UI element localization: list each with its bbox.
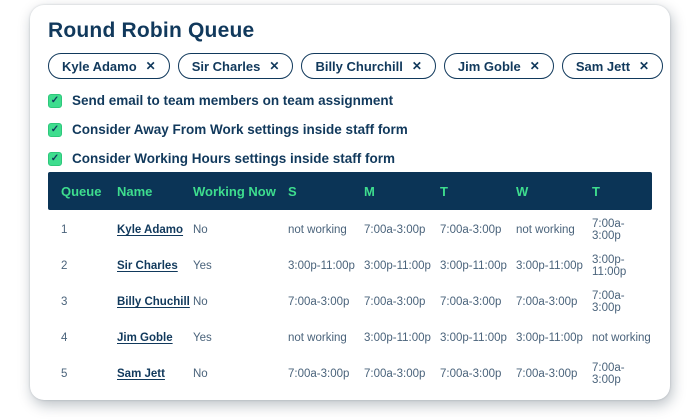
chip-close-icon[interactable]: ✕ bbox=[146, 60, 156, 72]
cell-day: 7:00a-3:00p bbox=[516, 296, 578, 308]
cell-day: not working bbox=[288, 332, 347, 344]
cell-day: not working bbox=[592, 332, 651, 344]
cell-name-link[interactable]: Kyle Adamo bbox=[117, 224, 193, 236]
cell-day: 7:00a-3:00p bbox=[592, 290, 625, 314]
chip-label: Kyle Adamo bbox=[62, 58, 137, 74]
chip-label: Sam Jett bbox=[575, 58, 631, 74]
checkbox-label: Consider Working Hours settings inside s… bbox=[72, 151, 396, 166]
checkbox-label: Consider Away From Work settings inside … bbox=[72, 122, 408, 137]
cell-queue: 4 bbox=[61, 332, 68, 344]
cell-day: 7:00a-3:00p bbox=[592, 362, 625, 386]
chip-close-icon[interactable]: ✕ bbox=[269, 60, 279, 72]
cell-day: 3:00p-11:00p bbox=[516, 332, 583, 344]
cell-working-now: Yes bbox=[193, 332, 212, 344]
check-icon: ✓ bbox=[50, 152, 60, 164]
cell-day: 3:00p-11:00p bbox=[440, 332, 507, 344]
cell-name-link[interactable]: Sir Charles bbox=[117, 260, 193, 272]
cell-day: 3:00p-11:00p bbox=[440, 260, 507, 272]
cell-day: 7:00a-3:00p bbox=[288, 368, 350, 380]
chip-label: Billy Churchill bbox=[315, 58, 403, 74]
checkbox-away-from-work[interactable]: ✓ bbox=[48, 122, 62, 137]
chip-label: Sir Charles bbox=[191, 58, 261, 74]
cell-day: 7:00a-3:00p bbox=[440, 368, 502, 380]
table-row: 2 Sir Charles Yes 3:00p-11:00p 3:00p-11:… bbox=[48, 248, 652, 284]
cell-day: 3:00p-11:00p bbox=[592, 254, 627, 278]
cell-day: not working bbox=[516, 224, 575, 236]
cell-working-now: No bbox=[193, 368, 208, 380]
cell-queue: 3 bbox=[61, 296, 68, 308]
column-header-queue: Queue bbox=[61, 183, 102, 199]
cell-working-now: No bbox=[193, 296, 208, 308]
column-header-mon: M bbox=[364, 183, 375, 199]
chip-label: Jim Goble bbox=[457, 58, 521, 74]
chip-close-icon[interactable]: ✕ bbox=[639, 60, 649, 72]
check-icon: ✓ bbox=[50, 94, 60, 106]
cell-day: 7:00a-3:00p bbox=[364, 368, 426, 380]
round-robin-card: Round Robin Queue Kyle Adamo ✕ Sir Charl… bbox=[30, 5, 670, 400]
check-icon: ✓ bbox=[50, 123, 60, 135]
chip-jim-goble[interactable]: Jim Goble ✕ bbox=[443, 53, 554, 79]
cell-name-link[interactable]: Jim Goble bbox=[117, 332, 193, 344]
chip-close-icon[interactable]: ✕ bbox=[530, 60, 540, 72]
table-header-row: Queue Name Working Now S M T W T bbox=[48, 172, 652, 210]
cell-day: 3:00p-11:00p bbox=[364, 332, 431, 344]
checkbox-working-hours[interactable]: ✓ bbox=[48, 151, 62, 166]
chip-billy-churchill[interactable]: Billy Churchill ✕ bbox=[301, 53, 436, 79]
chip-sir-charles[interactable]: Sir Charles ✕ bbox=[177, 53, 294, 79]
table-row: 4 Jim Goble Yes not working 3:00p-11:00p… bbox=[48, 320, 652, 356]
table-body: 1 Kyle Adamo No not working 7:00a-3:00p … bbox=[48, 210, 652, 392]
column-header-working-now: Working Now bbox=[193, 183, 276, 199]
checkbox-send-email[interactable]: ✓ bbox=[48, 93, 62, 108]
chip-sam-jett[interactable]: Sam Jett ✕ bbox=[561, 53, 664, 79]
column-header-name: Name bbox=[117, 183, 153, 199]
cell-day: not working bbox=[288, 224, 347, 236]
cell-name-link[interactable]: Billy Chuchill bbox=[117, 296, 193, 308]
cell-day: 7:00a-3:00p bbox=[364, 224, 426, 236]
cell-day: 7:00a-3:00p bbox=[364, 296, 426, 308]
cell-day: 7:00a-3:00p bbox=[288, 296, 350, 308]
queue-table: Queue Name Working Now S M T W T 1 Kyle … bbox=[48, 172, 652, 392]
table-row: 3 Billy Chuchill No 7:00a-3:00p 7:00a-3:… bbox=[48, 284, 652, 320]
table-row: 5 Sam Jett No 7:00a-3:00p 7:00a-3:00p 7:… bbox=[48, 356, 652, 392]
cell-day: 3:00p-11:00p bbox=[516, 260, 583, 272]
team-member-chips: Kyle Adamo ✕ Sir Charles ✕ Billy Churchi… bbox=[48, 53, 664, 79]
checkbox-row-send-email: ✓ Send email to team members on team ass… bbox=[48, 92, 652, 109]
cell-day: 3:00p-11:00p bbox=[288, 260, 355, 272]
cell-day: 3:00p-11:00p bbox=[364, 260, 431, 272]
checkbox-label: Send email to team members on team assig… bbox=[72, 93, 394, 108]
column-header-wed: W bbox=[516, 183, 529, 199]
page-title: Round Robin Queue bbox=[48, 19, 255, 42]
chip-kyle-adamo[interactable]: Kyle Adamo ✕ bbox=[48, 53, 170, 79]
chip-close-icon[interactable]: ✕ bbox=[412, 60, 422, 72]
settings-checkboxes: ✓ Send email to team members on team ass… bbox=[48, 92, 652, 167]
cell-name-link[interactable]: Sam Jett bbox=[117, 368, 193, 380]
table-row: 1 Kyle Adamo No not working 7:00a-3:00p … bbox=[48, 212, 652, 248]
cell-queue: 5 bbox=[61, 368, 68, 380]
checkbox-row-away-from-work: ✓ Consider Away From Work settings insid… bbox=[48, 121, 652, 138]
cell-working-now: Yes bbox=[193, 260, 212, 272]
cell-queue: 1 bbox=[61, 224, 68, 236]
cell-day: 7:00a-3:00p bbox=[440, 224, 502, 236]
checkbox-row-working-hours: ✓ Consider Working Hours settings inside… bbox=[48, 150, 652, 167]
column-header-thu: T bbox=[592, 183, 600, 199]
column-header-tue: T bbox=[440, 183, 448, 199]
cell-day: 7:00a-3:00p bbox=[440, 296, 502, 308]
cell-day: 7:00a-3:00p bbox=[516, 368, 578, 380]
cell-working-now: No bbox=[193, 224, 208, 236]
cell-queue: 2 bbox=[61, 260, 68, 272]
column-header-sun: S bbox=[288, 183, 297, 199]
cell-day: 7:00a-3:00p bbox=[592, 218, 625, 242]
